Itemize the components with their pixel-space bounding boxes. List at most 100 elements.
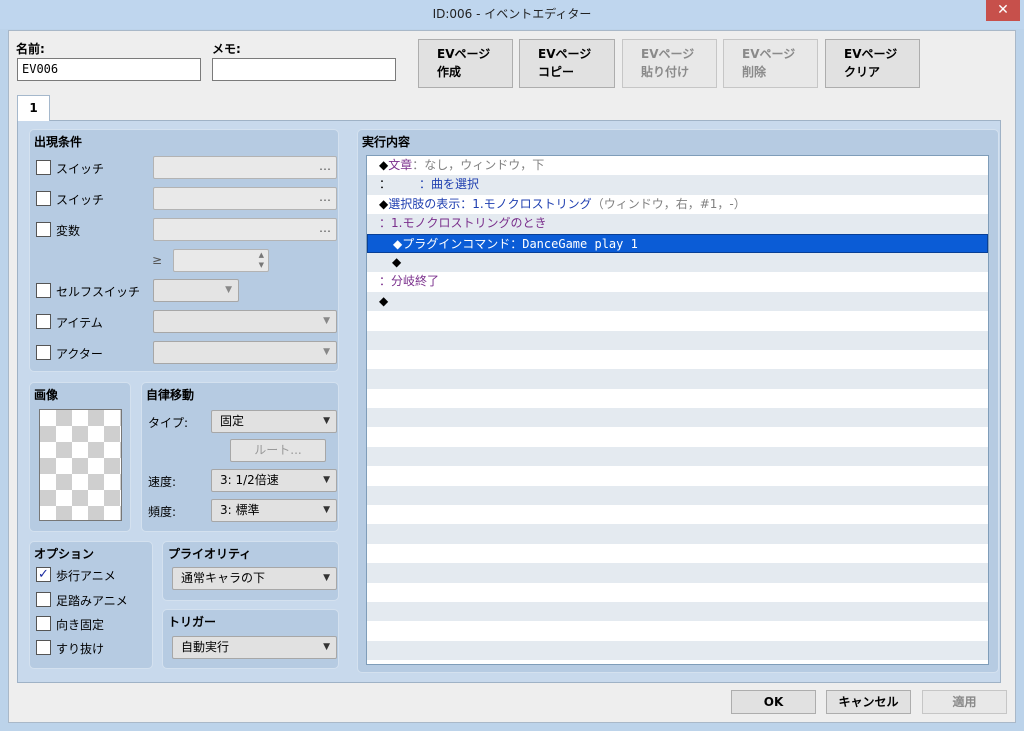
trigger-value: 自動実行 [181, 640, 230, 654]
speed-label: 速度: [148, 475, 177, 489]
chevron-down-icon: ▼ [323, 573, 330, 583]
list-item[interactable]: ：1.モノクロストリングのとき [367, 214, 988, 234]
plugin-command-text: DanceGame play 1 [522, 236, 638, 251]
switch1-checkbox[interactable] [36, 160, 51, 175]
ev-page-clear-button[interactable]: EVページ クリア [825, 39, 920, 88]
ok-button[interactable]: OK [731, 690, 816, 714]
actor-checkbox[interactable] [36, 345, 51, 360]
priority-value: 通常キャラの下 [181, 571, 266, 585]
copy-line2: コピー [538, 65, 575, 79]
clear-line1: EVページ [844, 47, 898, 61]
chevron-down-icon: ▼ [323, 316, 330, 326]
close-button[interactable]: ✕ [986, 0, 1020, 21]
switch2-label: スイッチ [56, 193, 105, 207]
list-item[interactable] [367, 505, 988, 524]
list-item[interactable]: ：分岐終了 [367, 272, 988, 291]
ev-page-delete-button[interactable]: EVページ 削除 [723, 39, 818, 88]
list-item[interactable] [367, 563, 988, 583]
ev-page-paste-button[interactable]: EVページ 貼り付け [622, 39, 717, 88]
image-preview[interactable] [39, 409, 122, 521]
stepping-anim-checkbox[interactable] [36, 592, 51, 607]
variable-checkbox[interactable] [36, 222, 51, 237]
list-item[interactable] [367, 330, 988, 350]
chevron-down-icon: ▼ [323, 642, 330, 652]
list-item[interactable] [367, 544, 988, 563]
ellipsis-icon: … [319, 190, 331, 204]
trigger-title: トリガー [168, 615, 217, 629]
list-item[interactable] [367, 408, 988, 428]
list-item[interactable]: ◆ [367, 291, 988, 312]
chevron-down-icon: ▼ [323, 505, 330, 515]
list-item[interactable] [367, 601, 988, 622]
type-dropdown[interactable]: 固定 ▼ [211, 410, 337, 433]
frequency-dropdown[interactable]: 3: 標準 ▼ [211, 499, 337, 522]
command-name: ◆プラグインコマンド： [393, 236, 523, 251]
list-item[interactable] [367, 524, 988, 544]
variable-label: 変数 [56, 224, 81, 238]
list-item-selected[interactable]: ◆プラグインコマンド：DanceGame play 1 [367, 233, 988, 253]
spinner-arrows-icon[interactable]: ▲ ▼ [259, 250, 264, 270]
list-item[interactable] [367, 350, 988, 369]
walking-anim-checkbox[interactable]: ✓ [36, 567, 51, 582]
chevron-down-icon: ▼ [225, 285, 232, 295]
item-checkbox[interactable] [36, 314, 51, 329]
route-button[interactable]: ルート... [230, 439, 326, 462]
command-name: 文章 [388, 158, 413, 172]
self-switch-dropdown[interactable]: ▼ [153, 279, 239, 302]
speed-dropdown[interactable]: 3: 1/2倍速 ▼ [211, 469, 337, 492]
list-item[interactable]: ◆選択肢の表示：1.モノクロストリング（ウィンドウ，右，#1，-） [367, 195, 988, 214]
list-item[interactable] [367, 389, 988, 408]
list-item[interactable] [367, 427, 988, 446]
contents-group: 実行内容 ◆文章：なし，ウィンドウ，下 ：：曲を選択 ◆選択肢の表示：1.モノク… [357, 129, 999, 673]
switch2-selector[interactable]: … [153, 187, 337, 210]
frequency-value: 3: 標準 [220, 503, 260, 517]
self-switch-checkbox[interactable] [36, 283, 51, 298]
through-checkbox[interactable] [36, 640, 51, 655]
list-item[interactable]: ◆文章：なし，ウィンドウ，下 [367, 156, 988, 175]
switch1-selector[interactable]: … [153, 156, 337, 179]
dialog-body: 名前: EV006 メモ: EVページ 作成 EVページ コピー EVページ 貼… [8, 30, 1016, 723]
trigger-dropdown[interactable]: 自動実行 ▼ [172, 636, 337, 659]
through-label: すり抜け [56, 642, 105, 656]
contents-title: 実行内容 [362, 135, 411, 149]
ellipsis-icon: … [319, 159, 331, 173]
list-item[interactable] [367, 446, 988, 467]
list-item[interactable] [367, 369, 988, 389]
actor-dropdown[interactable]: ▼ [153, 341, 337, 364]
ev-page-copy-button[interactable]: EVページ コピー [519, 39, 615, 88]
autonomous-movement-group: 自律移動 タイプ: 固定 ▼ ルート... 速度: 3: 1/2倍速 ▼ 頻度: 3… [141, 382, 339, 532]
tab-page-1[interactable]: 1 [17, 95, 50, 121]
list-item[interactable] [367, 311, 988, 330]
list-item[interactable] [367, 640, 988, 661]
ev-page-create-button[interactable]: EVページ 作成 [418, 39, 513, 88]
variable-selector[interactable]: … [153, 218, 337, 241]
list-item[interactable]: ◆ [367, 252, 988, 273]
priority-dropdown[interactable]: 通常キャラの下 ▼ [172, 567, 337, 590]
apply-button[interactable]: 適用 [922, 690, 1007, 714]
memo-field[interactable] [212, 58, 396, 81]
diamond-marker: ◆ [379, 158, 389, 172]
list-item[interactable] [367, 621, 988, 640]
item-dropdown[interactable]: ▼ [153, 310, 337, 333]
list-item[interactable]: ：：曲を選択 [367, 175, 988, 195]
list-item[interactable] [367, 466, 988, 485]
stepping-anim-label: 足踏みアニメ [56, 594, 128, 608]
list-item[interactable] [367, 485, 988, 506]
list-item[interactable] [367, 583, 988, 602]
command-params: （ウィンドウ，右，#1，-） [591, 196, 746, 211]
copy-line1: EVページ [538, 47, 592, 61]
image-title: 画像 [34, 388, 59, 402]
direction-fix-checkbox[interactable] [36, 616, 51, 631]
name-field[interactable]: EV006 [17, 58, 201, 81]
event-command-list[interactable]: ◆文章：なし，ウィンドウ，下 ：：曲を選択 ◆選択肢の表示：1.モノクロストリン… [366, 155, 989, 665]
actor-label: アクター [56, 347, 103, 361]
image-group: 画像 [29, 382, 131, 532]
trigger-group: トリガー 自動実行 ▼ [162, 609, 339, 669]
switch2-checkbox[interactable] [36, 191, 51, 206]
chevron-down-icon: ▼ [323, 475, 330, 485]
cancel-button[interactable]: キャンセル [826, 690, 911, 714]
speed-value: 3: 1/2倍速 [220, 473, 279, 487]
variable-value-spinner[interactable]: ▲ ▼ [173, 249, 269, 272]
tab-page-content: 出現条件 スイッチ … スイッチ … 変数 … ≥ ▲ ▼ セルフスイッチ ▼ ア… [17, 120, 1001, 683]
command-name: 選択肢の表示：1.モノクロストリング [388, 196, 592, 211]
